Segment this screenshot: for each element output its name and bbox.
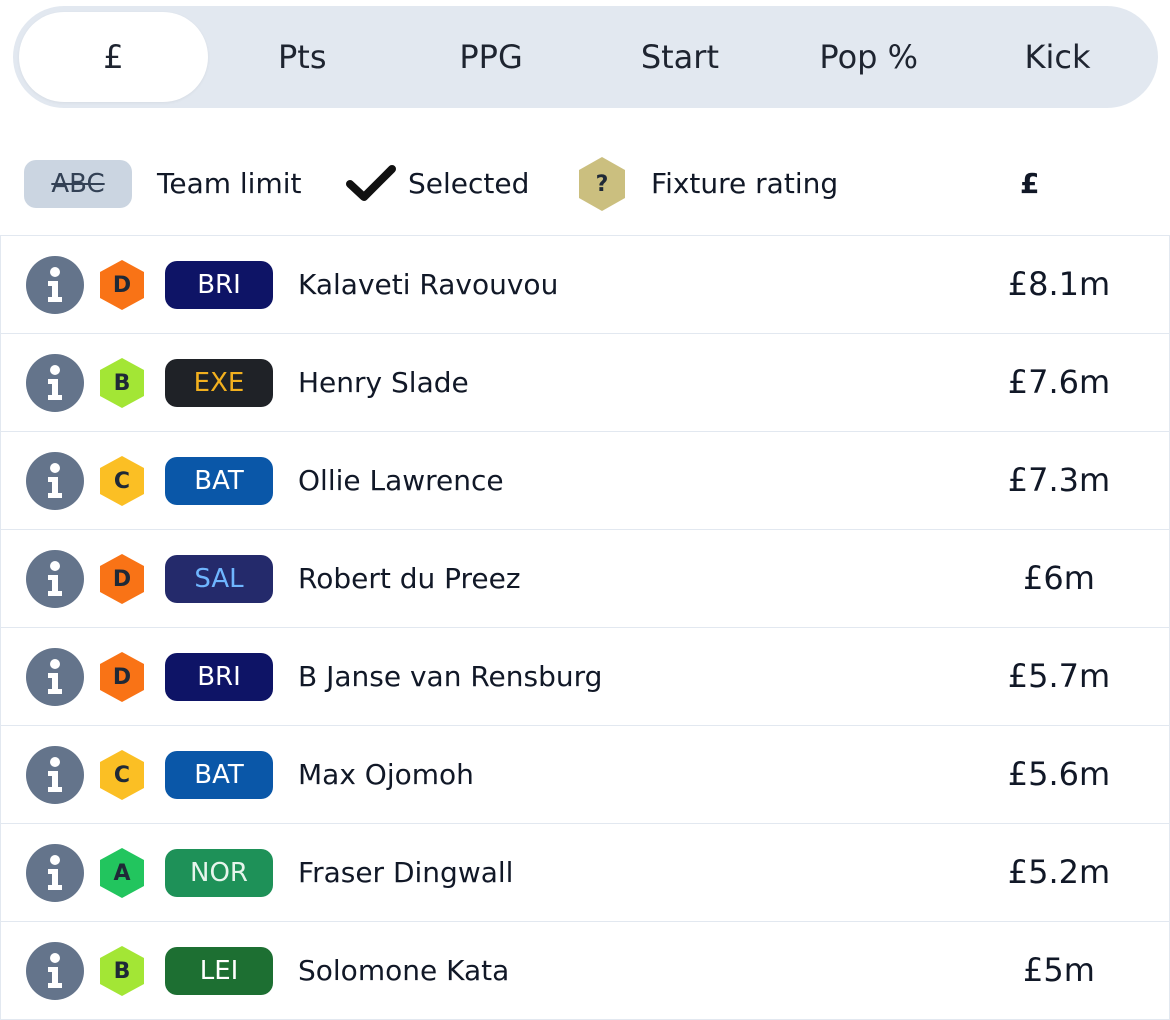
- player-row[interactable]: D BRI B Janse van Rensburg £5.7m: [0, 628, 1170, 726]
- team-badge[interactable]: SAL: [165, 555, 273, 603]
- player-price: £8.1m: [1007, 265, 1111, 303]
- legend: ABC Team limit Selected ? Fixture rating…: [0, 150, 1170, 220]
- team-limit-label: Team limit: [157, 167, 302, 200]
- fixture-rating-letter: A: [113, 860, 131, 886]
- fixture-rating-letter: C: [113, 762, 131, 788]
- player-name: Ollie Lawrence: [298, 464, 504, 497]
- team-badge[interactable]: BAT: [165, 457, 273, 505]
- tab-ppg[interactable]: PPG: [397, 12, 586, 102]
- team-badge[interactable]: LEI: [165, 947, 273, 995]
- fixture-rating-badge: B: [98, 357, 146, 409]
- player-row[interactable]: C BAT Ollie Lawrence £7.3m: [0, 432, 1170, 530]
- tab-price[interactable]: £: [19, 12, 208, 102]
- fixture-rating-badge: D: [98, 651, 146, 703]
- info-icon[interactable]: [26, 648, 84, 706]
- player-price: £5.6m: [1007, 755, 1111, 793]
- tab-points[interactable]: Pts: [208, 12, 397, 102]
- fixture-rating-badge: B: [98, 945, 146, 997]
- info-icon[interactable]: [26, 746, 84, 804]
- fixture-rating-badge: C: [98, 749, 146, 801]
- player-price: £5.2m: [1007, 853, 1111, 891]
- selected-label: Selected: [408, 167, 530, 200]
- fixture-rating-letter: B: [113, 370, 131, 396]
- fixture-rating-hex-icon: ?: [577, 156, 627, 212]
- team-badge[interactable]: BRI: [165, 261, 273, 309]
- fixture-rating-badge: D: [98, 553, 146, 605]
- player-name: Kalaveti Ravouvou: [298, 268, 559, 301]
- info-icon[interactable]: [26, 550, 84, 608]
- sort-tab-bar: £ Pts PPG Start Pop % Kick: [13, 6, 1158, 108]
- team-badge[interactable]: BRI: [165, 653, 273, 701]
- player-table: D BRI Kalaveti Ravouvou £8.1m B EXE Henr…: [0, 235, 1170, 1020]
- tab-popularity[interactable]: Pop %: [774, 12, 963, 102]
- player-name: B Janse van Rensburg: [298, 660, 603, 693]
- team-limit-badge: ABC: [24, 160, 132, 208]
- player-price: £7.3m: [1007, 461, 1111, 499]
- team-badge[interactable]: BAT: [165, 751, 273, 799]
- player-name: Fraser Dingwall: [298, 856, 514, 889]
- fixture-rating-badge: D: [98, 259, 146, 311]
- fixture-rating-badge: C: [98, 455, 146, 507]
- fixture-rating-badge: A: [98, 847, 146, 899]
- player-price: £6m: [1023, 559, 1095, 597]
- player-price: £7.6m: [1007, 363, 1111, 401]
- player-name: Robert du Preez: [298, 562, 521, 595]
- fixture-rating-letter: D: [112, 566, 132, 592]
- team-badge[interactable]: NOR: [165, 849, 273, 897]
- fixture-rating-label: Fixture rating: [651, 167, 839, 200]
- info-icon[interactable]: [26, 942, 84, 1000]
- info-icon[interactable]: [26, 844, 84, 902]
- player-row[interactable]: D SAL Robert du Preez £6m: [0, 530, 1170, 628]
- fixture-rating-letter: B: [113, 958, 131, 984]
- player-price: £5.7m: [1007, 657, 1111, 695]
- player-name: Solomone Kata: [298, 954, 510, 987]
- player-name: Max Ojomoh: [298, 758, 474, 791]
- player-row[interactable]: B EXE Henry Slade £7.6m: [0, 334, 1170, 432]
- tab-start[interactable]: Start: [585, 12, 774, 102]
- fixture-rating-letter: C: [113, 468, 131, 494]
- player-row[interactable]: B LEI Solomone Kata £5m: [0, 922, 1170, 1020]
- team-badge[interactable]: EXE: [165, 359, 273, 407]
- player-row[interactable]: A NOR Fraser Dingwall £5.2m: [0, 824, 1170, 922]
- checkmark-icon: [346, 165, 396, 201]
- player-row[interactable]: C BAT Max Ojomoh £5.6m: [0, 726, 1170, 824]
- info-icon[interactable]: [26, 354, 84, 412]
- player-name: Henry Slade: [298, 366, 469, 399]
- fixture-rating-letter: D: [112, 664, 132, 690]
- fixture-rating-symbol: ?: [595, 171, 609, 197]
- tab-kick[interactable]: Kick: [963, 12, 1152, 102]
- info-icon[interactable]: [26, 256, 84, 314]
- player-price: £5m: [1023, 951, 1095, 989]
- player-row[interactable]: D BRI Kalaveti Ravouvou £8.1m: [0, 236, 1170, 334]
- info-icon[interactable]: [26, 452, 84, 510]
- price-column-header: £: [1020, 167, 1040, 200]
- fixture-rating-letter: D: [112, 272, 132, 298]
